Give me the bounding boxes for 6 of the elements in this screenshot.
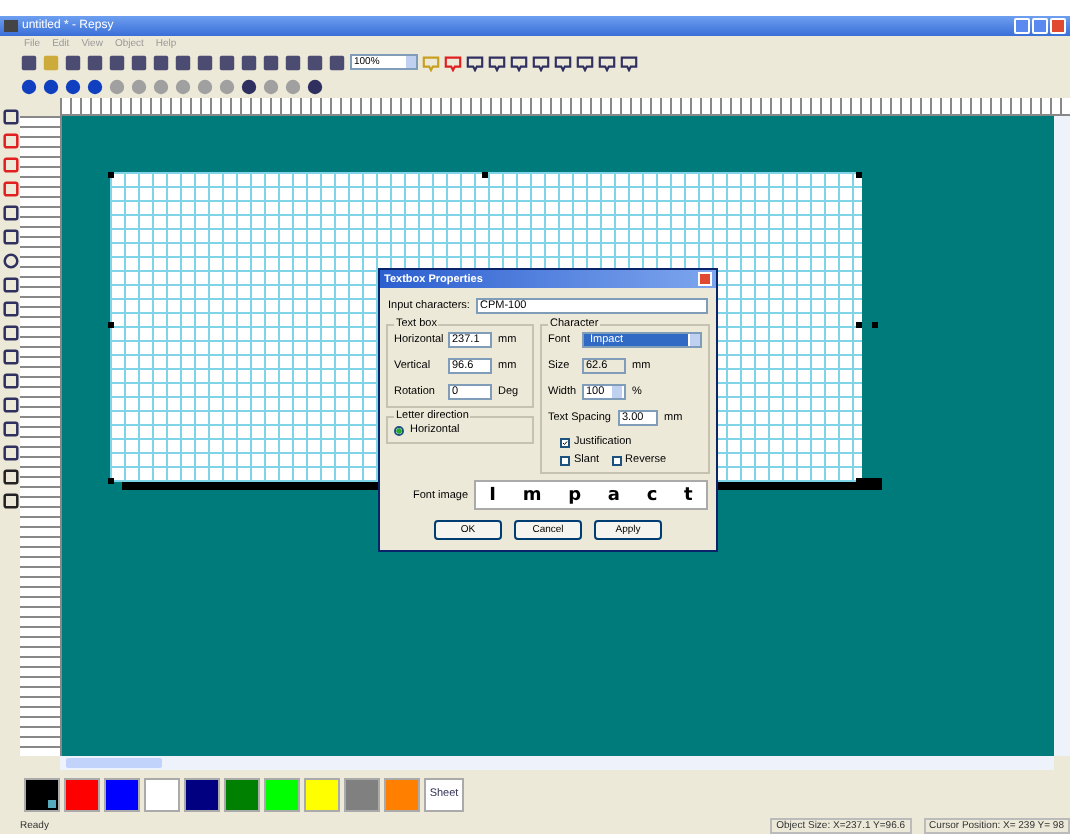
preview-letter: c xyxy=(646,485,658,505)
preview-letter: a xyxy=(607,485,620,505)
preview-letter: p xyxy=(568,485,582,505)
preview-letter: t xyxy=(684,485,693,505)
preview-letter: m xyxy=(522,485,542,505)
preview-letter: I xyxy=(489,485,497,505)
